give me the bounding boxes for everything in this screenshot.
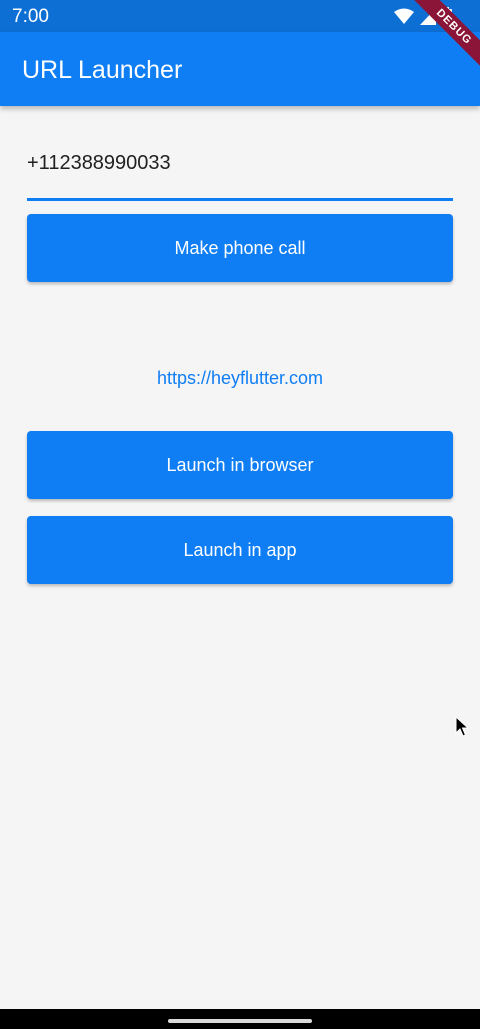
make-phone-call-label: Make phone call: [174, 237, 306, 258]
system-navigation-bar: [0, 1009, 480, 1029]
phone-number-field[interactable]: [27, 140, 453, 201]
home-gesture-handle[interactable]: [168, 1019, 312, 1023]
launch-in-app-button[interactable]: Launch in app: [27, 516, 453, 584]
launch-in-browser-button[interactable]: Launch in browser: [27, 431, 453, 499]
phone-number-input[interactable]: [27, 152, 447, 175]
website-link[interactable]: https://heyflutter.com: [0, 368, 480, 389]
make-phone-call-button[interactable]: Make phone call: [27, 214, 453, 282]
app-screen: 7:00 DEBUG URL Launcher +112388990033 Ma…: [0, 0, 480, 1029]
status-time: 7:00: [12, 6, 49, 27]
launch-in-browser-label: Launch in browser: [166, 454, 314, 475]
app-bar-title: URL Launcher: [22, 56, 183, 84]
debug-label: DEBUG: [405, 0, 480, 76]
mouse-pointer-icon: [455, 715, 470, 743]
launch-in-app-label: Launch in app: [183, 539, 297, 560]
debug-banner: DEBUG: [400, 0, 480, 80]
